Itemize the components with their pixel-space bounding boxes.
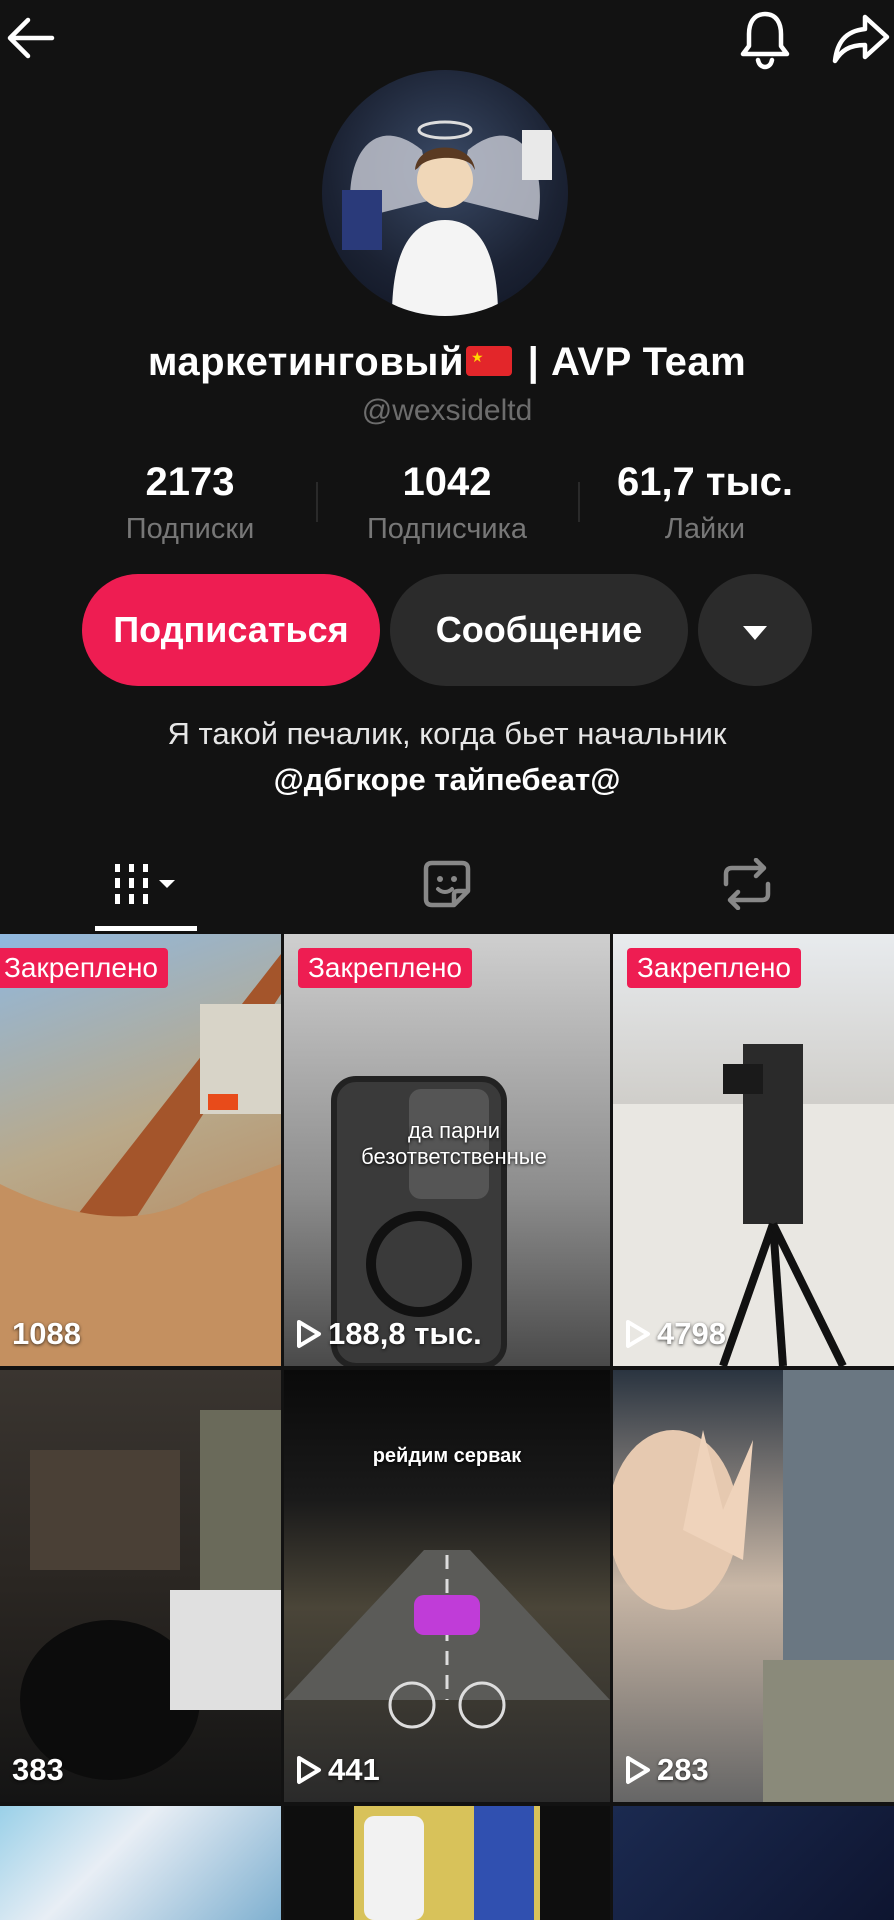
stats-divider: [578, 482, 580, 522]
repost-icon: [718, 857, 776, 915]
views-text: 283: [657, 1752, 709, 1787]
stat-following-value: 2173: [145, 460, 235, 504]
caret-down-icon: [741, 609, 769, 651]
stat-likes-label: Лайки: [664, 513, 746, 545]
more-button[interactable]: [698, 574, 812, 686]
share-button[interactable]: [828, 6, 894, 76]
video-grid: Закреплено 1088 Закреплено да парни безо…: [0, 934, 894, 1920]
tab-reposts[interactable]: [700, 842, 794, 930]
back-button[interactable]: [0, 10, 60, 70]
view-count: 188,8 тыс.: [296, 1316, 482, 1352]
stat-likes[interactable]: 61,7 тыс. Лайки: [600, 460, 810, 546]
pinned-badge: Закреплено: [627, 948, 801, 988]
video-thumbnail[interactable]: 383: [0, 1370, 281, 1802]
active-tab-indicator: [95, 926, 197, 931]
tab-favorites[interactable]: [400, 842, 494, 930]
stat-followers-label: Подписчика: [366, 513, 528, 545]
follow-button[interactable]: Подписаться: [82, 574, 380, 686]
thumbnail-image: [613, 1370, 894, 1802]
stat-likes-value: 61,7 тыс.: [616, 460, 794, 504]
video-thumbnail[interactable]: Закреплено 1088: [0, 934, 281, 1366]
view-count: 4798: [625, 1316, 726, 1352]
thumbnail-image: [20, 1410, 281, 1780]
profile-handle: @wexsideltd: [361, 394, 533, 427]
notifications-button[interactable]: [730, 6, 800, 76]
views-text: 188,8 тыс.: [328, 1316, 482, 1351]
thumbnail-image: [354, 1806, 540, 1920]
view-count: 1088: [12, 1316, 81, 1352]
video-thumbnail[interactable]: [284, 1806, 610, 1920]
stat-following-label: Подписки: [125, 513, 255, 545]
bio-tag[interactable]: @дбгкоре тайпебеат@: [0, 762, 894, 798]
thumbnail-image: [613, 1044, 894, 1366]
play-icon: [626, 1756, 650, 1784]
arrow-left-icon: [4, 16, 56, 65]
views-text: 1088: [12, 1316, 81, 1351]
bio-text: Я такой печалик, когда бьет начальник: [167, 716, 727, 751]
video-thumbnail[interactable]: [0, 1806, 281, 1920]
view-count: 383: [12, 1752, 64, 1788]
top-bar: [0, 0, 894, 80]
thumbnail-image: [0, 954, 281, 1366]
play-icon: [626, 1320, 650, 1348]
share-icon: [831, 13, 891, 70]
video-thumbnail[interactable]: Закреплено 4798: [613, 934, 894, 1366]
video-thumbnail[interactable]: 283: [613, 1370, 894, 1802]
pinned-badge: Закреплено: [298, 948, 472, 988]
bell-icon: [737, 8, 793, 75]
video-thumbnail[interactable]: рейдим сервак 441: [284, 1370, 610, 1802]
stat-followers-value: 1042: [402, 460, 492, 504]
avatar[interactable]: [322, 70, 568, 316]
profile-name: маркетинговый | AVP Team: [0, 340, 894, 385]
stats-divider: [316, 482, 318, 522]
stats-row: 2173 Подписки 1042 Подписчика 61,7 тыс. …: [0, 460, 894, 550]
views-text: 383: [12, 1752, 64, 1787]
tab-videos[interactable]: [95, 842, 197, 930]
message-button[interactable]: Сообщение: [390, 574, 688, 686]
grid-icon: [109, 860, 183, 913]
video-caption: рейдим сервак: [372, 1445, 522, 1467]
view-count: 283: [625, 1752, 709, 1788]
sticker-icon: [420, 857, 474, 916]
pinned-badge: Закреплено: [0, 948, 168, 988]
video-thumbnail[interactable]: [613, 1806, 894, 1920]
play-icon: [297, 1756, 321, 1784]
profile-name-suffix: | AVP Team: [527, 340, 747, 384]
views-text: 4798: [657, 1316, 726, 1351]
flag-icon: [466, 346, 513, 377]
stat-followers[interactable]: 1042 Подписчика: [340, 460, 554, 546]
video-thumbnail[interactable]: Закреплено да парни безответственные 188…: [284, 934, 610, 1366]
stat-following[interactable]: 2173 Подписки: [100, 460, 280, 546]
profile-tabs: [0, 842, 894, 930]
play-icon: [297, 1320, 321, 1348]
view-count: 441: [296, 1752, 380, 1788]
avatar-image: [342, 120, 552, 316]
views-text: 441: [328, 1752, 380, 1787]
video-caption: да парни безответственные: [361, 1118, 547, 1169]
profile-name-text: маркетинговый: [147, 340, 465, 384]
thumbnail-image: [284, 1550, 610, 1729]
